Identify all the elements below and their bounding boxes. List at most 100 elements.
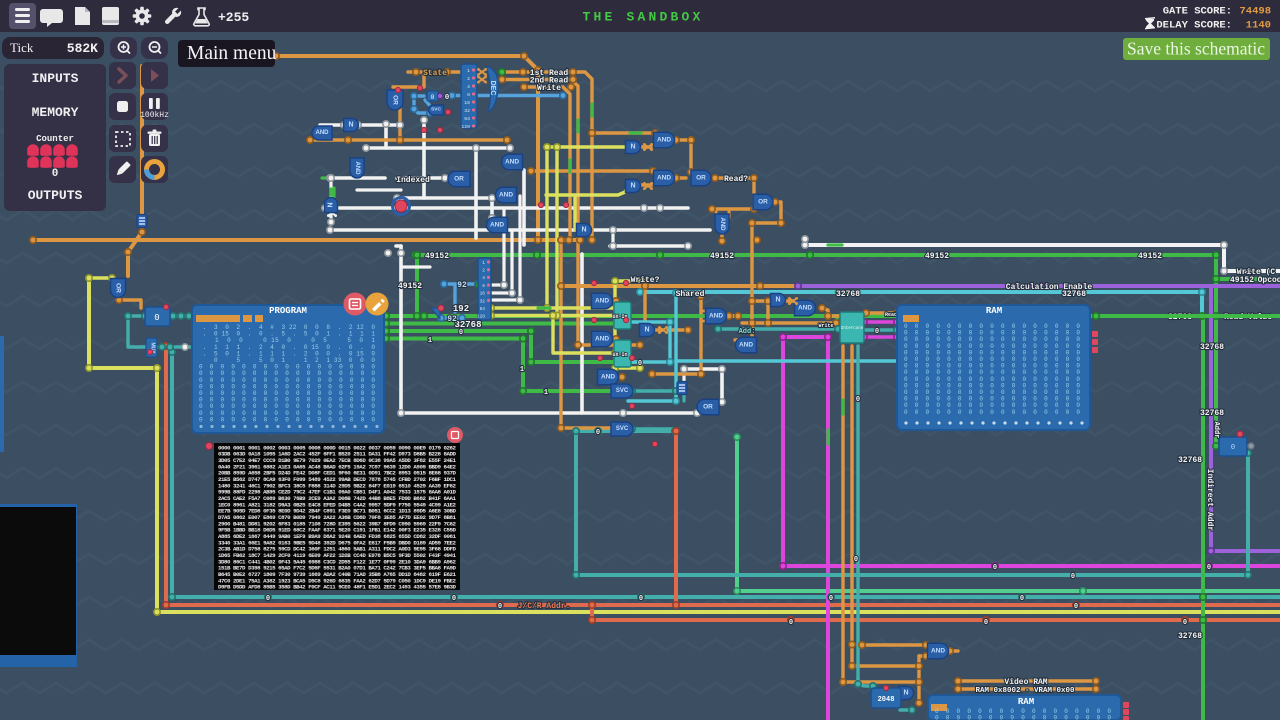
svg-text:32768: 32768 (836, 290, 860, 299)
svg-text:UX-In: UX-In (612, 352, 627, 358)
svg-text:582K: 582K (67, 41, 98, 56)
svg-text:1: 1 (520, 366, 524, 374)
svg-text:32: 32 (480, 298, 486, 304)
svg-text:OR: OR (703, 404, 713, 411)
svg-text:32: 32 (464, 108, 470, 114)
svg-text:OR: OR (696, 175, 706, 182)
svg-text:92: 92 (457, 281, 467, 290)
svg-text:0: 0 (638, 360, 642, 368)
svg-text:OR: OR (115, 283, 122, 293)
svg-text:AND: AND (499, 192, 513, 199)
svg-text:INPUTS: INPUTS (32, 71, 79, 86)
svg-text:49152: 49152 (1230, 276, 1254, 285)
svg-text:49152: 49152 (425, 252, 449, 261)
svg-text:Write (C: Write (C (1237, 268, 1276, 277)
svg-text:OR: OR (758, 199, 768, 206)
svg-text:GATE SCORE:: GATE SCORE: (1163, 6, 1232, 18)
svg-text:State: State (423, 69, 447, 78)
svg-text:AND: AND (505, 159, 519, 166)
svg-text:AND: AND (316, 130, 330, 136)
svg-text:92: 92 (447, 315, 457, 324)
svg-text:D9FB D5DD AFD8 85B5 358D BB42: D9FB D5DD AFD8 85B5 358D BB42 F0CF AC11 … (218, 584, 457, 591)
svg-text:0: 0 (52, 168, 59, 180)
svg-text:1: 1 (467, 68, 470, 74)
svg-text:SVC: SVC (616, 388, 629, 394)
svg-text:RAM: RAM (986, 306, 1002, 316)
svg-text:Counter: Counter (36, 134, 74, 144)
svg-text:0: 0 (1071, 573, 1075, 581)
svg-text:THE SANDBOX: THE SANDBOX (582, 10, 703, 25)
svg-text:RAM 0x8002 - VRAM 0x00: RAM 0x8002 - VRAM 0x00 (975, 687, 1075, 695)
svg-text:0: 0 (789, 619, 793, 627)
svg-text:64: 64 (464, 116, 470, 122)
svg-text:4: 4 (467, 84, 470, 90)
svg-text:SVC: SVC (431, 107, 441, 113)
svg-text:49152: 49152 (925, 252, 949, 261)
svg-text:PROGRAM: PROGRAM (269, 306, 307, 316)
svg-text:AND: AND (719, 218, 725, 232)
svg-text:0: 0 (829, 595, 833, 603)
svg-text:AND: AND (657, 175, 671, 182)
svg-text:0: 0 (1231, 444, 1235, 452)
svg-text:N: N (775, 297, 780, 304)
svg-text:128: 128 (461, 124, 470, 130)
svg-text:8: 8 (482, 283, 485, 289)
svg-text:32768: 32768 (1062, 290, 1086, 299)
svg-text:2: 2 (467, 76, 470, 82)
svg-text:Read?: Read? (724, 175, 748, 184)
svg-text:4: 4 (482, 275, 485, 281)
svg-text:Read: Read (885, 312, 897, 318)
svg-text:0: 0 (993, 564, 997, 572)
svg-text:49152: 49152 (710, 252, 734, 261)
svg-text:0: 0 (856, 396, 860, 404)
svg-text:Indexed: Indexed (396, 176, 430, 185)
svg-text:Interconn: Interconn (841, 327, 864, 331)
svg-text:0: 0 (266, 595, 270, 603)
svg-text:OUTPUTS: OUTPUTS (28, 188, 83, 203)
svg-text:1140: 1140 (1246, 20, 1271, 32)
svg-text:49152: 49152 (398, 282, 422, 291)
svg-text:Tick: Tick (10, 40, 34, 55)
svg-text:OR: OR (454, 176, 464, 183)
svg-text:AND: AND (798, 305, 812, 312)
svg-text:0: 0 (498, 603, 502, 611)
svg-text:AND: AND (657, 137, 671, 144)
svg-text:AND: AND (595, 336, 609, 343)
svg-text:N: N (630, 144, 635, 151)
svg-text:SVC: SVC (616, 426, 629, 432)
svg-text:Opcode: Opcode (1258, 276, 1280, 285)
svg-text:Main menu: Main menu (187, 43, 277, 64)
svg-text:0: 0 (984, 619, 988, 627)
svg-text:Write: Write (818, 323, 833, 329)
svg-text:J/C/R Addr.: J/C/R Addr. (518, 602, 571, 611)
svg-text:0: 0 (431, 94, 435, 101)
svg-text:AND: AND (490, 222, 504, 229)
svg-text:N: N (644, 327, 649, 334)
svg-text:Indirect Addr: Indirect Addr (1205, 469, 1214, 532)
svg-text:Save this schematic: Save this schematic (1127, 39, 1265, 59)
svg-text:0 0 0 0 0 0 0 0 0 0: 0 0 0 0 0 0 0 0 0 0 0 0 0 0 0 0 0 (199, 416, 375, 423)
svg-text:N: N (328, 202, 335, 207)
svg-text:32768: 32768 (1200, 343, 1224, 352)
svg-text:AND: AND (931, 648, 945, 655)
svg-text:8: 8 (467, 92, 470, 98)
svg-text:Write: Write (537, 84, 561, 93)
svg-text:AND: AND (709, 313, 723, 320)
svg-text:0: 0 (452, 595, 456, 603)
svg-text:N: N (903, 690, 908, 697)
svg-text:0: 0 (459, 329, 463, 337)
svg-text:0: 0 (854, 556, 858, 564)
svg-text:N: N (581, 227, 586, 234)
svg-text:1: 1 (482, 260, 485, 266)
svg-text:192: 192 (453, 304, 469, 314)
svg-text:1: 1 (544, 389, 548, 397)
svg-text:DELAY SCORE:: DELAY SCORE: (1156, 20, 1232, 32)
svg-text:0: 0 (1207, 564, 1211, 572)
svg-text:+255: +255 (218, 10, 249, 25)
svg-text:74498: 74498 (1239, 6, 1271, 18)
svg-text:2048: 2048 (878, 696, 895, 704)
svg-text:AND: AND (354, 162, 360, 176)
svg-text:100kHz: 100kHz (140, 111, 169, 120)
svg-text:64: 64 (480, 306, 486, 312)
svg-text:0 0 0 0 0 0 0 0 0 0: 0 0 0 0 0 0 0 0 0 0 0 0 0 0 0 0 0 (904, 409, 1080, 416)
